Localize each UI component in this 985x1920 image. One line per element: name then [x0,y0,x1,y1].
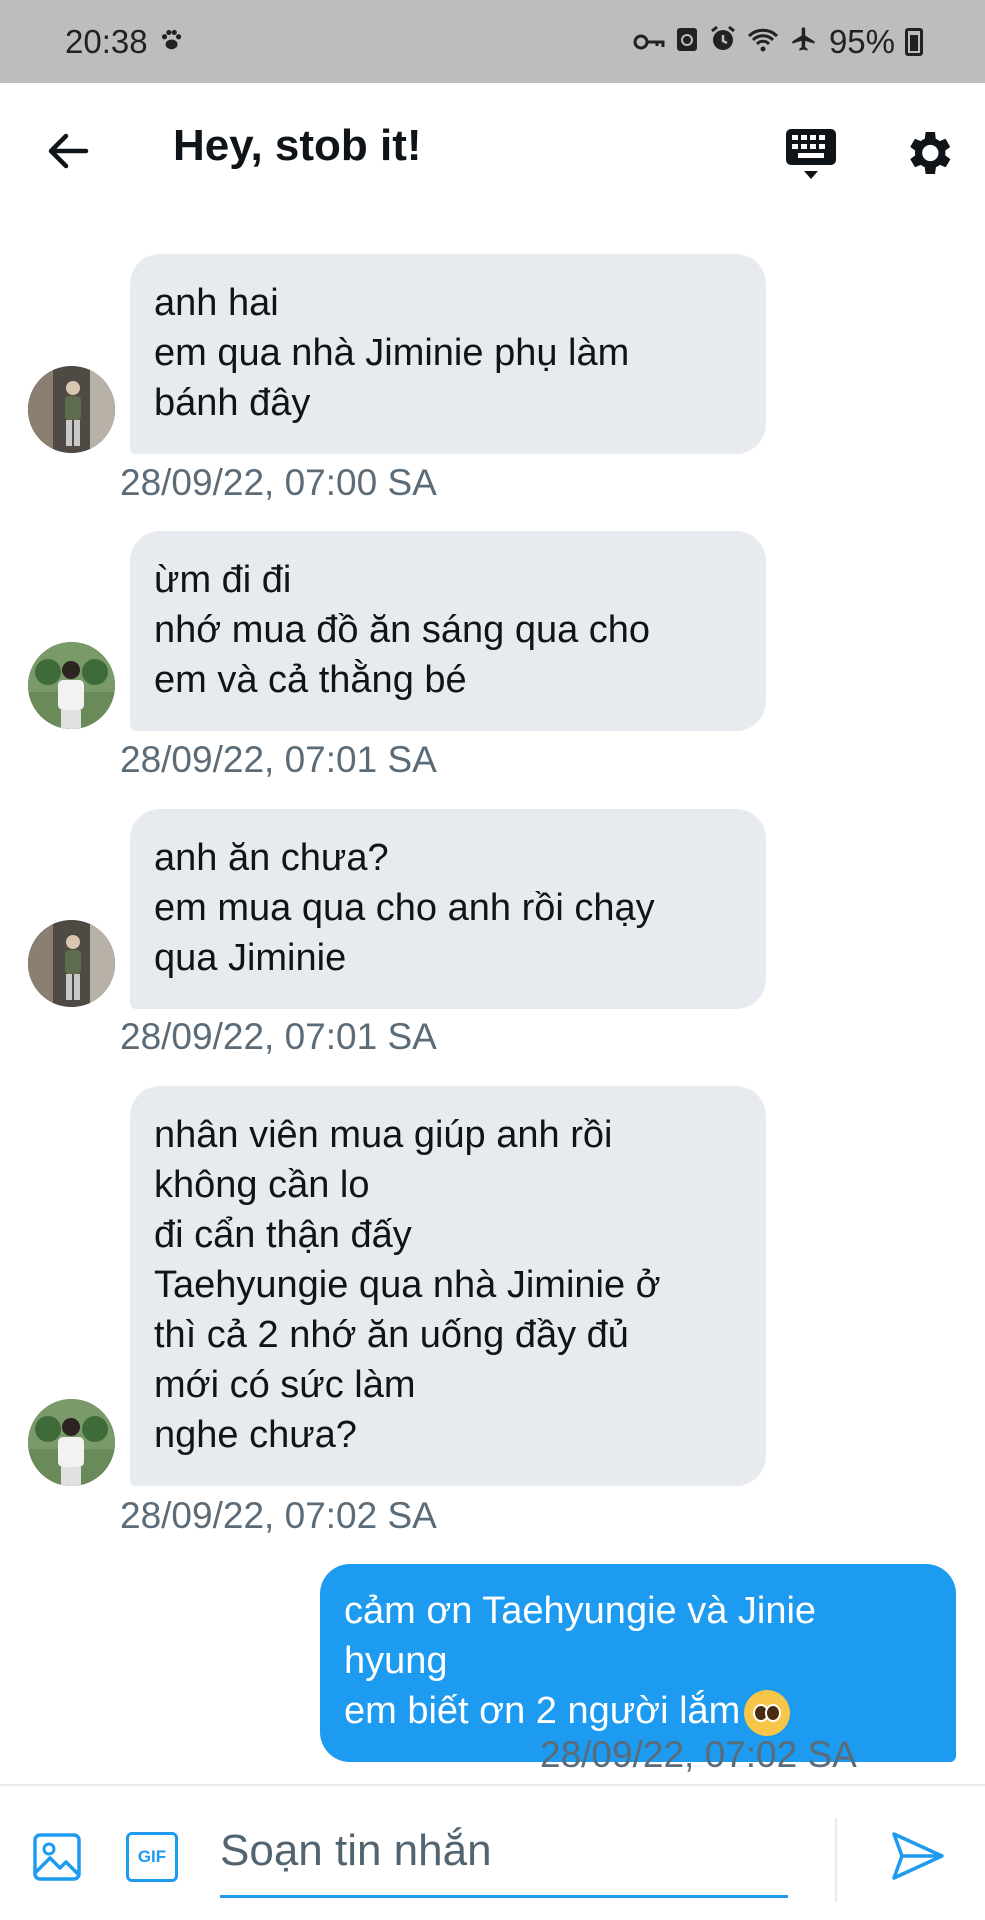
message-bubble[interactable]: anh hai em qua nhà Jiminie phụ làm bánh … [130,254,766,454]
message-timestamp: 28/09/22, 07:00 SA [120,462,437,503]
pleading-face-emoji-icon [744,1689,791,1736]
battery-icon [905,27,923,56]
message-bubble[interactable]: ừm đi đi nhớ mua đồ ăn sáng qua cho em v… [130,531,766,731]
message-timestamp: 28/09/22, 07:02 SA [540,1734,857,1775]
message-bubble[interactable]: nhân viên mua giúp anh rồi không cần lo … [130,1086,766,1486]
status-left: 20:38 [65,23,184,61]
gif-button[interactable]: GIF [126,1832,178,1882]
message-composer: GIF [0,1784,985,1920]
airplane-icon [789,23,819,61]
avatar[interactable] [28,920,115,1007]
avatar[interactable] [28,642,115,729]
paw-icon [158,23,184,61]
gear-icon [910,132,951,174]
status-time: 20:38 [65,22,148,60]
alarm-icon [709,23,737,61]
avatar[interactable] [28,1399,115,1486]
message-timestamp: 28/09/22, 07:01 SA [120,739,437,780]
avatar[interactable] [28,366,115,453]
message-timestamp: 28/09/22, 07:01 SA [120,1016,437,1057]
add-image-button[interactable] [32,1832,82,1882]
send-icon [892,1832,944,1880]
status-bar: 20:38 95% [0,0,985,83]
back-button[interactable] [40,123,96,179]
composer-divider [835,1818,837,1902]
battery-level: 95% [828,22,895,60]
wifi-icon [747,23,779,61]
arrow-left-icon [48,133,89,169]
message-list[interactable]: anh hai em qua nhà Jiminie phụ làm bánh … [0,219,985,1784]
message-input[interactable] [220,1812,788,1898]
keyboard-shortcuts-button[interactable] [780,123,842,183]
send-button[interactable] [890,1830,946,1882]
message-timestamp: 28/09/22, 07:02 SA [120,1495,437,1536]
image-icon [33,1833,81,1881]
status-right: 95% [633,23,923,61]
settings-button[interactable] [900,125,956,181]
vpn-key-icon [633,23,665,61]
message-bubble[interactable]: anh ăn chưa? em mua qua cho anh rồi chạy… [130,809,766,1009]
conversation-title: Hey, stob it! [173,121,422,170]
sync-icon [675,23,699,61]
keyboard-icon [786,129,836,179]
message-bubble-outgoing[interactable]: cảm ơn Taehyungie và Jinie hyung em biết… [320,1564,956,1762]
conversation-header: Hey, stob it! [0,83,985,219]
